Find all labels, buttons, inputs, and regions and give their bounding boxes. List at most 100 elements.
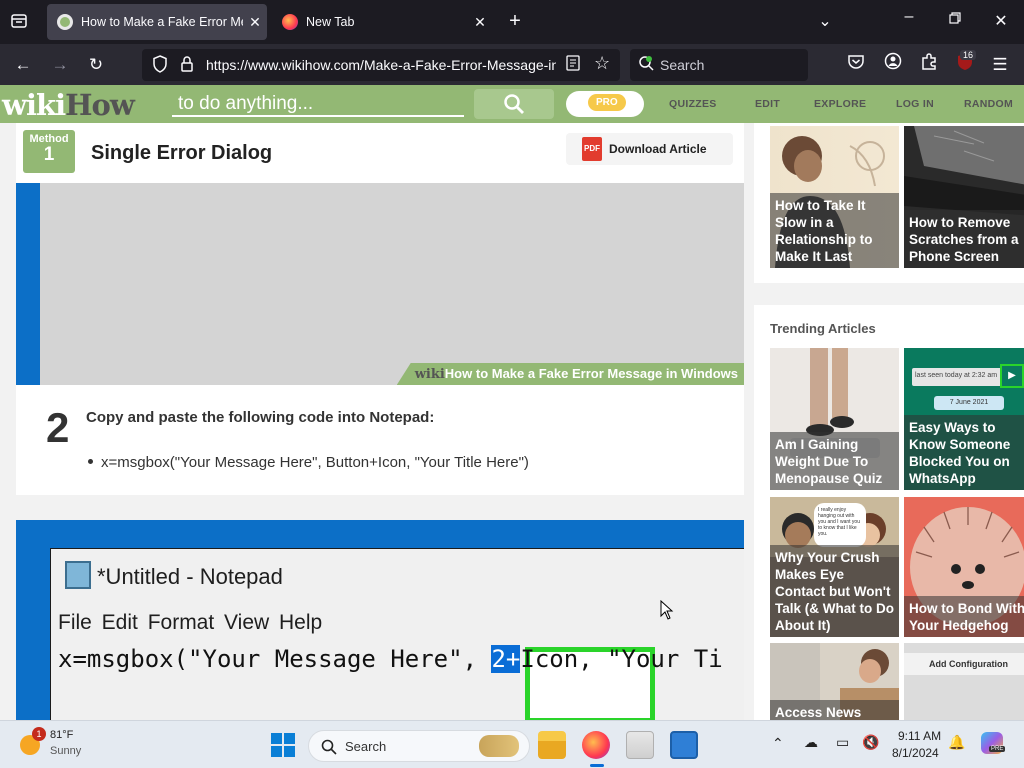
weather-badge: 1 <box>32 727 46 741</box>
search-icon <box>504 94 524 114</box>
method-label: Method <box>29 133 69 145</box>
minimize-icon[interactable]: – <box>898 8 920 26</box>
related-card[interactable]: How to Remove Scratches from a Phone Scr… <box>904 126 1024 268</box>
image-watermark: wikiHow to Make a Fake Error Message in … <box>396 363 744 385</box>
active-app-indicator <box>590 764 604 767</box>
trending-card-title: Access News Articles for Free <box>770 700 899 720</box>
tab-title: How to Make a Fake Error Message <box>81 15 243 29</box>
chat-date: 7 June 2021 <box>934 396 1004 410</box>
clock-time[interactable]: 9:11 AM <box>898 729 941 743</box>
site-search-button[interactable] <box>474 89 554 119</box>
search-placeholder: Search <box>660 57 705 73</box>
wikihow-logo[interactable]: wikiHow <box>2 88 135 122</box>
tracking-shield-icon[interactable] <box>152 55 168 77</box>
firefox-taskbar-icon[interactable] <box>582 731 610 759</box>
notifications-bell-icon[interactable]: 🔔 <box>948 734 965 751</box>
bullet-text: x=msgbox("Your Message Here", Button+Ico… <box>101 454 529 471</box>
reader-view-icon[interactable] <box>566 55 580 75</box>
trending-card[interactable]: How to Bond With Your Hedgehog <box>904 497 1024 637</box>
trending-card[interactable]: I really enjoy hanging out with you and … <box>770 497 899 637</box>
method-badge: Method 1 <box>23 130 75 173</box>
vbscript-file-icon[interactable] <box>626 731 654 759</box>
copilot-icon[interactable]: PRE <box>981 732 1006 754</box>
close-tab-icon[interactable]: ✕ <box>243 14 267 31</box>
weather-widget[interactable]: 1 81°F Sunny <box>16 727 136 763</box>
pro-label: PRO <box>588 94 626 111</box>
menu-icon[interactable]: ☰ <box>987 52 1013 78</box>
display-icon[interactable]: ▭ <box>836 734 849 751</box>
show-hidden-icons[interactable]: ⌃ <box>772 735 784 752</box>
copilot-badge: PRE <box>989 746 1006 752</box>
account-icon[interactable] <box>880 52 906 78</box>
trending-card-title: Why Your Crush Makes Eye Contact but Won… <box>770 545 899 637</box>
tab-overview-icon[interactable] <box>8 12 30 35</box>
url-text[interactable]: https://www.wikihow.com/Make-a-Fake-Erro… <box>206 57 556 73</box>
volume-icon[interactable]: 🔇 <box>862 734 879 751</box>
tab-strip: How to Make a Fake Error Message ✕ New T… <box>0 0 1024 44</box>
trending-card[interactable]: Am I Gaining Weight Due To Menopause Qui… <box>770 348 899 490</box>
code-bullet: x=msgbox("Your Message Here", Button+Ico… <box>86 454 529 471</box>
nav-random[interactable]: RANDOM <box>964 98 1013 110</box>
taskbar-search[interactable]: Search <box>308 730 530 762</box>
tab-new-tab[interactable]: New Tab ✕ <box>272 4 492 40</box>
step-image[interactable]: wikiHow to Make a Fake Error Message in … <box>16 183 744 385</box>
step-number: 2 <box>46 404 70 451</box>
list-all-tabs-icon[interactable]: ⌄ <box>814 11 836 31</box>
site-search-input[interactable]: to do anything... <box>172 91 464 117</box>
reload-icon[interactable]: ↻ <box>83 52 109 78</box>
pdf-icon: PDF <box>582 137 602 161</box>
wm-wiki: wiki <box>414 367 445 382</box>
weather-temp: 81°F <box>50 729 74 741</box>
start-button[interactable] <box>270 732 296 758</box>
nav-quizzes[interactable]: QUIZZES <box>669 98 717 110</box>
close-window-icon[interactable]: ✕ <box>990 11 1012 31</box>
clock-date[interactable]: 8/1/2024 <box>892 746 939 760</box>
extensions-icon[interactable] <box>916 52 942 78</box>
download-article-button[interactable]: PDF Download Article <box>566 133 733 165</box>
notepad-menu: File Edit Format View Help <box>58 611 323 634</box>
trending-card[interactable]: Access News Articles for Free <box>770 643 899 720</box>
back-icon[interactable]: ← <box>10 52 36 78</box>
search-icon <box>321 739 337 755</box>
notepad-code: x=msgbox("Your Message Here", 2+Icon, "Y… <box>58 645 723 673</box>
lock-icon[interactable] <box>180 55 194 77</box>
file-explorer-icon[interactable] <box>538 731 566 759</box>
pro-button[interactable]: PRO <box>566 91 644 117</box>
wikihow-header: wikiHow to do anything... PRO QUIZZES ED… <box>0 85 1024 123</box>
trending-card-title: How to Bond With Your Hedgehog <box>904 596 1024 637</box>
step-instruction: Copy and paste the following code into N… <box>86 409 435 426</box>
new-tab-icon[interactable]: + <box>504 10 526 33</box>
method-number: 1 <box>43 144 55 165</box>
notepad-step-image[interactable]: *Untitled - Notepad File Edit Format Vie… <box>16 520 744 720</box>
windows-taskbar: 1 81°F Sunny Search ⌃ ☁ ▭ 🔇 9:11 AM 8/1/… <box>0 720 1024 768</box>
network-icon[interactable]: ☁ <box>804 734 818 751</box>
wm-how: How <box>444 366 473 381</box>
config-screenshot: Add Configuration <box>904 653 1024 675</box>
nav-log-in[interactable]: LOG IN <box>896 98 934 110</box>
pocket-icon[interactable] <box>843 52 869 78</box>
trending-card-title: Easy Ways to Know Someone Blocked You on… <box>904 415 1024 490</box>
trending-card[interactable]: last seen today at 2:32 am ▶ 7 June 2021… <box>904 348 1024 490</box>
nav-explore[interactable]: EXPLORE <box>814 98 866 110</box>
bookmark-star-icon[interactable]: ☆ <box>594 53 610 74</box>
code-before: x=msgbox("Your Message Here", <box>58 645 492 673</box>
restore-icon[interactable] <box>944 11 966 29</box>
logo-wiki: wiki <box>2 88 66 122</box>
notepad-taskbar-icon[interactable] <box>670 731 698 759</box>
trending-card[interactable]: Add Configuration <box>904 643 1024 720</box>
close-tab-icon[interactable]: ✕ <box>468 14 492 31</box>
search-bar[interactable]: Search <box>630 49 808 81</box>
forward-icon[interactable]: → <box>47 52 73 78</box>
trending-title: Trending Articles <box>770 321 876 336</box>
logo-how: How <box>65 88 135 122</box>
wm-title: to Make a Fake Error Message in Windows <box>472 366 738 381</box>
notepad-window: *Untitled - Notepad File Edit Format Vie… <box>50 548 744 720</box>
related-card[interactable]: How to Take It Slow in a Relationship to… <box>770 126 899 268</box>
tab-wikihow[interactable]: How to Make a Fake Error Message ✕ <box>47 4 267 40</box>
nav-edit[interactable]: EDIT <box>755 98 780 110</box>
code-after: Icon, "Your Ti <box>520 645 723 673</box>
url-bar[interactable]: https://www.wikihow.com/Make-a-Fake-Erro… <box>142 49 620 81</box>
mouse-cursor-icon <box>660 600 674 620</box>
navigation-toolbar: ← → ↻ https://www.wikihow.com/Make-a-Fak… <box>0 44 1024 85</box>
tab-title: New Tab <box>306 15 355 29</box>
